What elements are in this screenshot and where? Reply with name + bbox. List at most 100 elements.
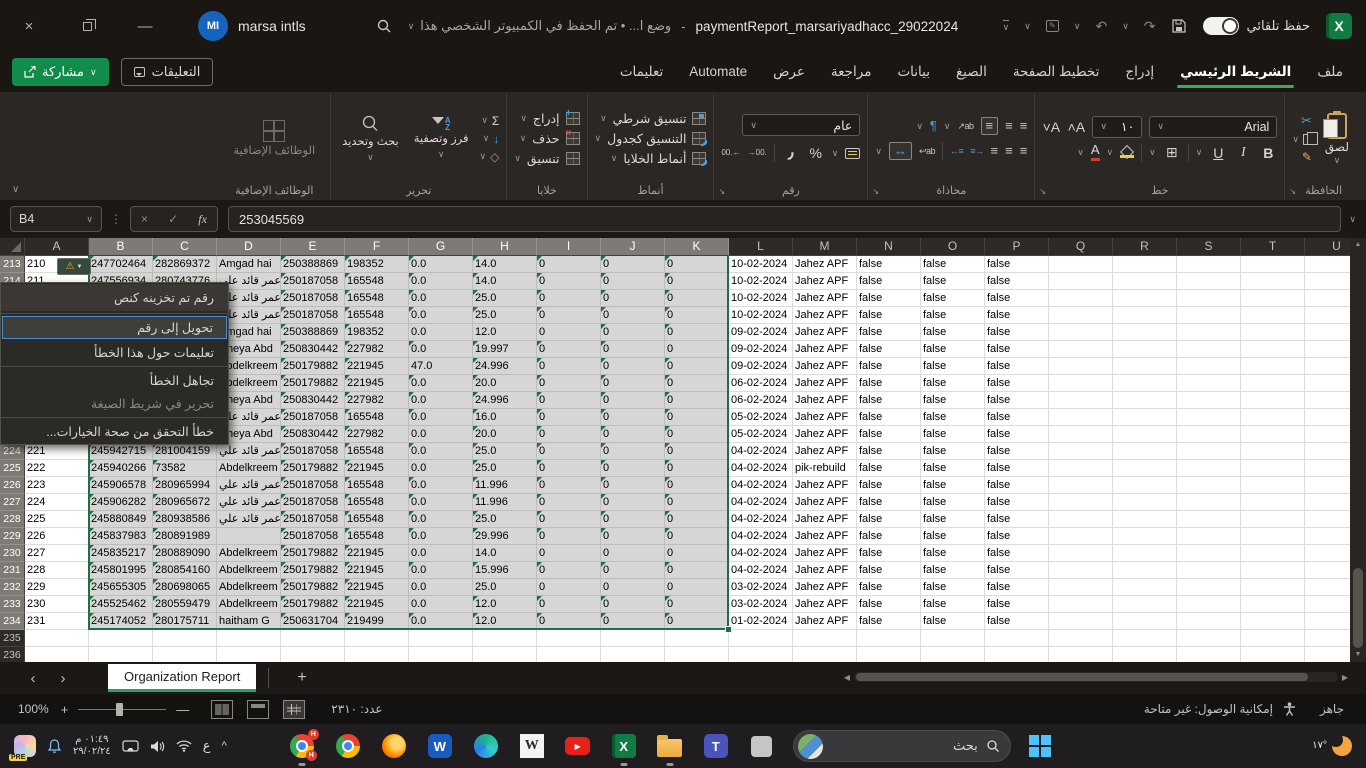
cell-E227[interactable]: 250187058 <box>281 494 345 511</box>
ribbon-tab-6[interactable]: مراجعة <box>818 52 885 92</box>
orientation-icon[interactable]: ab↗ <box>957 120 973 132</box>
cell-Q224[interactable] <box>1049 443 1113 460</box>
cell-J228[interactable]: 0 <box>601 511 665 528</box>
cell-H236[interactable] <box>473 647 537 662</box>
cell-G233[interactable]: 0.0 <box>409 596 473 613</box>
error-menu-item-4[interactable]: تحرير في شريط الصيغة <box>1 392 228 415</box>
cell-A233[interactable]: 230 <box>25 596 89 613</box>
horizontal-scroll-thumb[interactable] <box>856 673 1308 681</box>
cell-J231[interactable]: 0 <box>601 562 665 579</box>
cell-T220[interactable] <box>1241 375 1305 392</box>
word-icon[interactable]: W <box>427 733 453 759</box>
cell-B224[interactable]: 245942715 <box>89 443 153 460</box>
cell-F227[interactable]: 165548 <box>345 494 409 511</box>
cell-H215[interactable]: 25.0 <box>473 290 537 307</box>
ribbon-tab-7[interactable]: عرض <box>760 52 818 92</box>
cell-T230[interactable] <box>1241 545 1305 562</box>
cell-S231[interactable] <box>1177 562 1241 579</box>
cell-T236[interactable] <box>1241 647 1305 662</box>
cell-B229[interactable]: 245837983 <box>89 528 153 545</box>
zoom-level[interactable]: 100% <box>18 702 49 716</box>
cell-G230[interactable]: 0.0 <box>409 545 473 562</box>
cell-K235[interactable] <box>665 630 729 647</box>
decrease-decimal-icon[interactable]: ←.00 <box>721 149 740 157</box>
cell-M214[interactable]: Jahez APF <box>793 273 857 290</box>
cell-U219[interactable] <box>1305 358 1350 375</box>
vertical-scroll-thumb[interactable] <box>1353 568 1363 648</box>
chevron-down-icon[interactable]: ∨ <box>1107 147 1114 158</box>
cell-U223[interactable] <box>1305 426 1350 443</box>
cell-F219[interactable]: 221945 <box>345 358 409 375</box>
scroll-left-icon[interactable]: ◀ <box>840 673 854 682</box>
column-header-B[interactable]: B <box>89 238 153 256</box>
cell-J220[interactable]: 0 <box>601 375 665 392</box>
cell-C224[interactable]: 281004159 <box>153 443 217 460</box>
cell-F232[interactable]: 221945 <box>345 579 409 596</box>
cell-P232[interactable]: false <box>985 579 1049 596</box>
cell-E235[interactable] <box>281 630 345 647</box>
cell-P219[interactable]: false <box>985 358 1049 375</box>
cell-M222[interactable]: Jahez APF <box>793 409 857 426</box>
cell-G232[interactable]: 0.0 <box>409 579 473 596</box>
cell-F222[interactable]: 165548 <box>345 409 409 426</box>
cell-I222[interactable]: 0 <box>537 409 601 426</box>
restore-button[interactable] <box>70 18 104 35</box>
cell-R216[interactable] <box>1113 307 1177 324</box>
cell-O227[interactable]: false <box>921 494 985 511</box>
cell-K228[interactable]: 0 <box>665 511 729 528</box>
cell-Q229[interactable] <box>1049 528 1113 545</box>
cell-L221[interactable]: 06-02-2024 <box>729 392 793 409</box>
select-all-corner[interactable] <box>0 238 25 256</box>
cell-H223[interactable]: 20.0 <box>473 426 537 443</box>
cell-D231[interactable]: Abdelkreem <box>217 562 281 579</box>
cell-B228[interactable]: 245880849 <box>89 511 153 528</box>
cell-P235[interactable] <box>985 630 1049 647</box>
cell-T233[interactable] <box>1241 596 1305 613</box>
cell-M218[interactable]: Jahez APF <box>793 341 857 358</box>
find-select-button[interactable]: بحث وتحديد ∨ <box>338 114 403 164</box>
cell-C230[interactable]: 280889090 <box>153 545 217 562</box>
cell-R229[interactable] <box>1113 528 1177 545</box>
error-menu-item-5[interactable]: خطأ التحقق من صحة الخيارات... <box>1 420 228 443</box>
cell-J227[interactable]: 0 <box>601 494 665 511</box>
cell-P217[interactable]: false <box>985 324 1049 341</box>
cell-O234[interactable]: false <box>921 613 985 630</box>
cell-O226[interactable]: false <box>921 477 985 494</box>
cell-Q223[interactable] <box>1049 426 1113 443</box>
count-indicator[interactable]: عدد: ٢٣١٠ <box>331 702 382 716</box>
cell-K224[interactable]: 0 <box>665 443 729 460</box>
conditional-formatting-button[interactable]: تنسيق شرطي ∨ <box>595 111 707 126</box>
cell-S213[interactable] <box>1177 256 1241 273</box>
cell-G220[interactable]: 0.0 <box>409 375 473 392</box>
cell-G222[interactable]: 0.0 <box>409 409 473 426</box>
cell-R217[interactable] <box>1113 324 1177 341</box>
cell-T221[interactable] <box>1241 392 1305 409</box>
cell-K225[interactable]: 0 <box>665 460 729 477</box>
cell-I221[interactable]: 0 <box>537 392 601 409</box>
cell-H217[interactable]: 12.0 <box>473 324 537 341</box>
cell-L230[interactable]: 04-02-2024 <box>729 545 793 562</box>
horizontal-scrollbar[interactable]: ◀ ▶ <box>840 670 1352 684</box>
row-header-236[interactable]: 236 <box>0 647 25 662</box>
cell-L222[interactable]: 05-02-2024 <box>729 409 793 426</box>
cell-B230[interactable]: 245835217 <box>89 545 153 562</box>
cell-U231[interactable] <box>1305 562 1350 579</box>
cell-L219[interactable]: 09-02-2024 <box>729 358 793 375</box>
cell-G216[interactable]: 0.0 <box>409 307 473 324</box>
cell-N213[interactable]: false <box>857 256 921 273</box>
cell-F226[interactable]: 165548 <box>345 477 409 494</box>
cell-B232[interactable]: 245655305 <box>89 579 153 596</box>
cell-N233[interactable]: false <box>857 596 921 613</box>
ribbon-tab-3[interactable]: تخطيط الصفحة <box>1000 52 1113 92</box>
cell-P231[interactable]: false <box>985 562 1049 579</box>
autosum-icon[interactable]: Σ <box>492 114 499 128</box>
zoom-out-icon[interactable]: — <box>176 702 189 717</box>
cell-N223[interactable]: false <box>857 426 921 443</box>
cell-I233[interactable]: 0 <box>537 596 601 613</box>
cell-P224[interactable]: false <box>985 443 1049 460</box>
cell-S232[interactable] <box>1177 579 1241 596</box>
cell-G213[interactable]: 0.0 <box>409 256 473 273</box>
cell-O223[interactable]: false <box>921 426 985 443</box>
cell-G228[interactable]: 0.0 <box>409 511 473 528</box>
cell-J218[interactable]: 0 <box>601 341 665 358</box>
